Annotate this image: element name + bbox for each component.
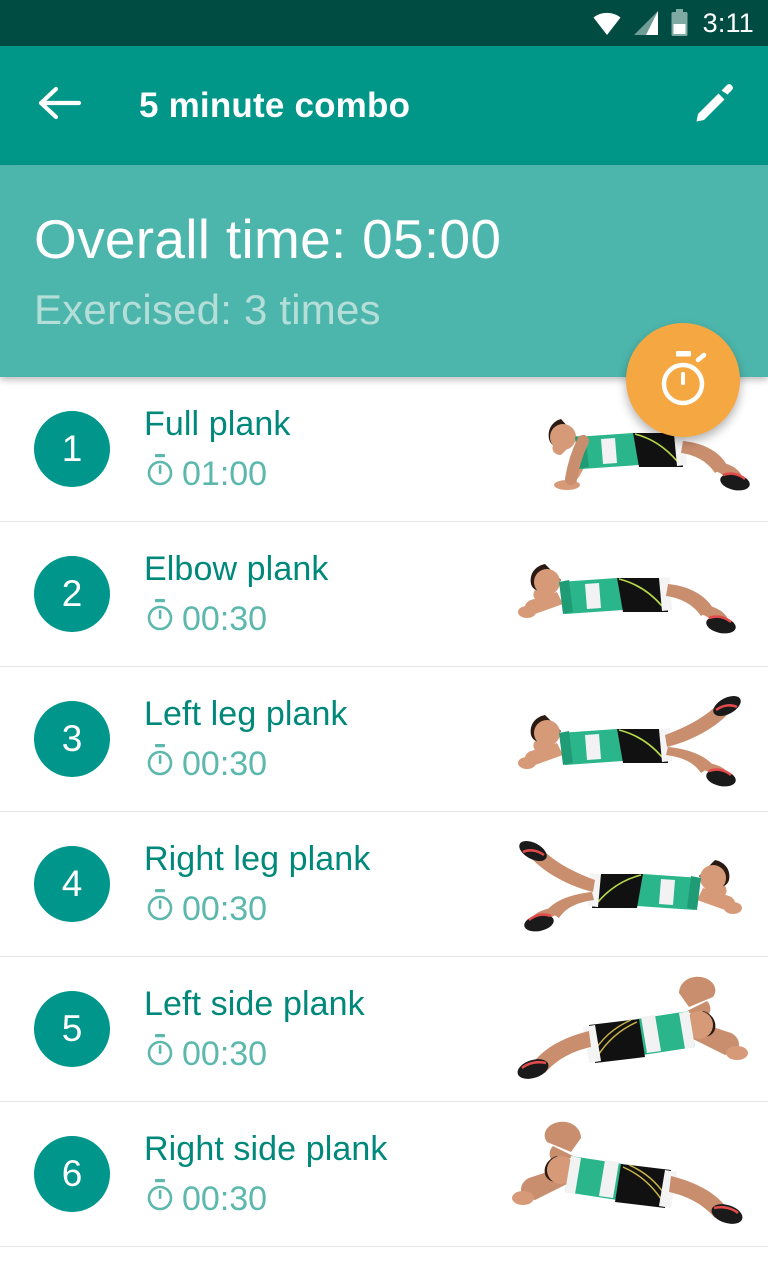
exercise-duration: 00:30 (144, 743, 500, 785)
exercise-index-badge: 3 (34, 701, 110, 777)
overall-time-text: Overall time: 05:00 (34, 208, 502, 270)
exercise-duration: 01:00 (144, 453, 500, 495)
exercise-thumbnail (500, 814, 760, 954)
exercise-thumbnail (500, 669, 760, 809)
list-item[interactable]: 7 Elbow plank 00:30 (0, 1247, 768, 1280)
duration-text: 00:30 (182, 889, 268, 928)
exercise-index-badge: 2 (34, 556, 110, 632)
exercise-thumbnail (500, 1104, 760, 1244)
stopwatch-icon (144, 1178, 176, 1220)
exercise-thumbnail (500, 1249, 760, 1280)
app-screen: 3:11 5 minute combo Overall time: 05:00 … (0, 0, 768, 1280)
exercise-thumbnail (500, 959, 760, 1099)
stopwatch-icon (144, 598, 176, 640)
list-item[interactable]: 6 Right side plank 00:30 (0, 1102, 768, 1247)
exercise-info: Right side plank 00:30 (144, 1129, 500, 1220)
stopwatch-icon (144, 453, 176, 495)
start-timer-fab[interactable] (626, 323, 740, 437)
exercise-index-badge: 1 (34, 411, 110, 487)
exercised-count-text: Exercised: 3 times (34, 286, 381, 333)
stopwatch-icon (654, 349, 712, 412)
exercise-duration: 00:30 (144, 888, 500, 930)
exercise-thumbnail (500, 524, 760, 664)
list-item[interactable]: 4 Right leg plank 00:30 (0, 812, 768, 957)
exercise-info: Elbow plank 00:30 (144, 1274, 500, 1280)
app-bar: 5 minute combo (0, 46, 768, 165)
exercise-info: Right leg plank 00:30 (144, 839, 500, 930)
exercise-info: Left side plank 00:30 (144, 984, 500, 1075)
duration-text: 00:30 (182, 744, 268, 783)
exercise-name: Elbow plank (144, 1274, 500, 1280)
exercise-duration: 00:30 (144, 1033, 500, 1075)
exercise-name: Right side plank (144, 1129, 388, 1168)
duration-text: 00:30 (182, 1179, 268, 1218)
duration-text: 01:00 (182, 454, 268, 493)
exercise-info: Left leg plank 00:30 (144, 694, 500, 785)
exercise-name: Left leg plank (144, 694, 348, 733)
exercise-name: Full plank (144, 404, 291, 443)
stopwatch-icon (144, 743, 176, 785)
arrow-left-icon (38, 86, 82, 125)
wifi-icon (592, 10, 622, 36)
exercise-name: Left side plank (144, 984, 365, 1023)
list-item[interactable]: 5 Left side plank 00:30 (0, 957, 768, 1102)
exercise-name: Right leg plank (144, 839, 371, 878)
exercise-info: Elbow plank 00:30 (144, 549, 500, 640)
duration-text: 00:30 (182, 1034, 268, 1073)
status-bar: 3:11 (0, 0, 768, 46)
exercise-index-badge: 6 (34, 1136, 110, 1212)
edit-button[interactable] (688, 80, 740, 132)
list-item[interactable]: 3 Left leg plank 00:30 (0, 667, 768, 812)
stopwatch-icon (144, 1033, 176, 1075)
exercise-index-badge: 4 (34, 846, 110, 922)
exercise-duration: 00:30 (144, 598, 500, 640)
stopwatch-icon (144, 888, 176, 930)
page-title: 5 minute combo (139, 85, 411, 125)
exercise-list: 1 Full plank 01:00 2 Elbow plank 00:30 3… (0, 377, 768, 1280)
clock-time: 3:11 (702, 7, 754, 38)
exercise-name: Elbow plank (144, 549, 329, 588)
duration-text: 00:30 (182, 599, 268, 638)
exercise-index-badge: 5 (34, 991, 110, 1067)
exercise-info: Full plank 01:00 (144, 404, 500, 495)
back-button[interactable] (34, 80, 86, 132)
battery-icon (670, 9, 689, 37)
pencil-icon (693, 82, 735, 129)
signal-icon (632, 10, 660, 36)
exercise-duration: 00:30 (144, 1178, 500, 1220)
list-item[interactable]: 2 Elbow plank 00:30 (0, 522, 768, 667)
